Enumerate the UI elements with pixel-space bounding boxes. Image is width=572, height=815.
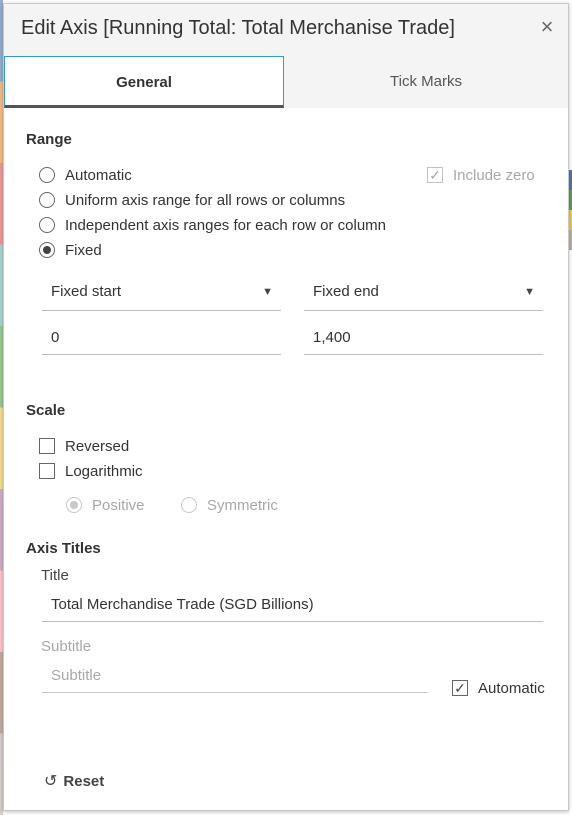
reset-button[interactable]: ↺ Reset <box>44 770 104 792</box>
axis-subtitle-input[interactable]: Subtitle <box>42 659 428 693</box>
logarithmic-label: Logarithmic <box>65 462 143 480</box>
subtitle-label: Subtitle <box>41 638 92 655</box>
chevron-down-icon: ▼ <box>524 286 535 298</box>
radio-fixed[interactable]: Fixed <box>39 240 102 260</box>
close-icon[interactable]: × <box>536 16 558 38</box>
reversed-label: Reversed <box>65 437 130 455</box>
radio-positive[interactable]: Positive <box>66 495 145 515</box>
radio-independent-label: Independent axis ranges for each row or … <box>65 216 387 234</box>
tab-general[interactable]: General <box>4 56 284 108</box>
reset-label: Reset <box>63 772 105 790</box>
fixed-end-input[interactable]: 1,400 <box>304 321 543 355</box>
range-heading: Range <box>26 131 72 148</box>
fixed-start-label: Fixed start <box>51 283 122 300</box>
subtitle-automatic-checkbox[interactable]: ✓ Automatic <box>452 678 545 698</box>
reversed-check-box[interactable] <box>39 438 55 454</box>
radio-fixed-circle[interactable] <box>39 242 55 258</box>
radio-independent[interactable]: Independent axis ranges for each row or … <box>39 215 386 235</box>
fixed-end-dropdown[interactable]: Fixed end ▼ <box>304 274 543 311</box>
automatic-label: Automatic <box>478 679 545 697</box>
reversed-checkbox[interactable]: Reversed <box>39 436 129 456</box>
axis-titles-heading: Axis Titles <box>26 540 101 557</box>
radio-positive-circle[interactable] <box>66 497 82 513</box>
include-zero-label: Include zero <box>453 166 535 184</box>
radio-uniform-label: Uniform axis range for all rows or colum… <box>65 191 346 209</box>
automatic-check-icon[interactable]: ✓ <box>452 680 468 696</box>
radio-automatic[interactable]: Automatic <box>39 165 132 185</box>
logarithmic-check-box[interactable] <box>39 463 55 479</box>
fixed-end-label: Fixed end <box>313 283 379 300</box>
dialog-titlebar: Edit Axis [Running Total: Total Merchani… <box>4 4 568 56</box>
radio-automatic-circle[interactable] <box>39 167 55 183</box>
radio-uniform[interactable]: Uniform axis range for all rows or colum… <box>39 190 345 210</box>
radio-positive-label: Positive <box>92 496 145 514</box>
scale-heading: Scale <box>26 402 66 419</box>
radio-symmetric[interactable]: Symmetric <box>181 495 278 515</box>
include-zero-check-icon[interactable]: ✓ <box>427 167 443 183</box>
include-zero-checkbox[interactable]: ✓ Include zero <box>427 165 535 185</box>
radio-symmetric-label: Symmetric <box>207 496 278 514</box>
radio-uniform-circle[interactable] <box>39 192 55 208</box>
radio-symmetric-circle[interactable] <box>181 497 197 513</box>
axis-title-input[interactable]: Total Merchandise Trade (SGD Billions) <box>42 588 543 622</box>
title-label: Title <box>41 567 69 584</box>
logarithmic-checkbox[interactable]: Logarithmic <box>39 461 143 481</box>
dialog-title: Edit Axis [Running Total: Total Merchani… <box>21 17 455 39</box>
chevron-down-icon: ▼ <box>262 286 273 298</box>
fixed-start-dropdown[interactable]: Fixed start ▼ <box>42 274 281 311</box>
tab-tick-marks[interactable]: Tick Marks <box>284 56 568 108</box>
tab-bar: General Tick Marks <box>4 56 568 108</box>
undo-icon: ↺ <box>44 773 58 790</box>
radio-fixed-label: Fixed <box>65 241 102 259</box>
radio-automatic-label: Automatic <box>65 166 132 184</box>
edit-axis-dialog: Edit Axis [Running Total: Total Merchani… <box>3 3 569 811</box>
fixed-start-input[interactable]: 0 <box>42 321 281 355</box>
radio-independent-circle[interactable] <box>39 217 55 233</box>
